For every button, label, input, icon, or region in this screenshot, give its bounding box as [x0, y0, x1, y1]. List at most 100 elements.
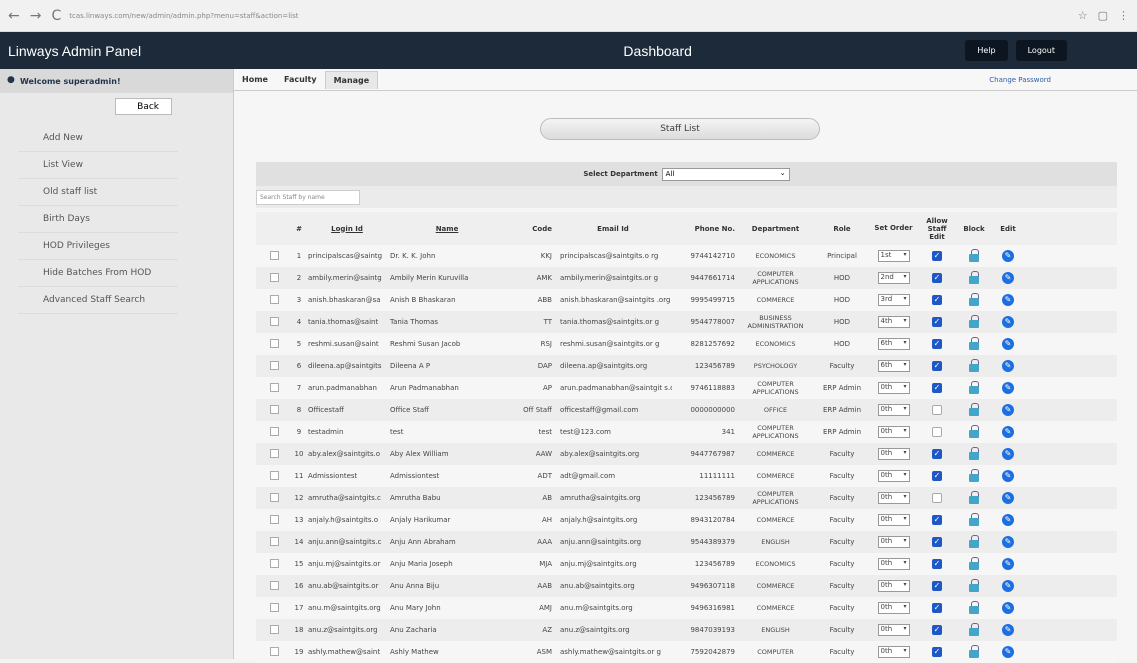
edit-icon[interactable]: ✎: [1002, 558, 1014, 570]
col-login-id[interactable]: Login Id: [306, 212, 388, 245]
allow-staff-edit-checkbox[interactable]: ✓: [932, 449, 942, 459]
edit-icon[interactable]: ✎: [1002, 514, 1014, 526]
allow-staff-edit-checkbox[interactable]: ✓: [932, 559, 942, 569]
allow-staff-edit-checkbox[interactable]: ✓: [932, 493, 942, 503]
set-order-select[interactable]: 1st ▾: [877, 250, 910, 262]
help-button[interactable]: Help: [965, 40, 1008, 61]
reload-icon[interactable]: C: [51, 8, 61, 24]
lock-icon[interactable]: [969, 512, 979, 526]
edit-icon[interactable]: ✎: [1002, 316, 1014, 328]
row-checkbox[interactable]: [269, 338, 279, 348]
row-checkbox[interactable]: [269, 272, 279, 282]
forward-arrow-icon[interactable]: →: [30, 8, 42, 24]
allow-staff-edit-checkbox[interactable]: ✓: [932, 339, 942, 349]
allow-staff-edit-checkbox[interactable]: ✓: [932, 361, 942, 371]
set-order-select[interactable]: 0th ▾: [877, 492, 910, 504]
set-order-select[interactable]: 0th ▾: [877, 558, 910, 570]
row-checkbox[interactable]: [269, 448, 279, 458]
edit-icon[interactable]: ✎: [1002, 624, 1014, 636]
lock-icon[interactable]: [969, 490, 979, 504]
set-order-select[interactable]: 0th ▾: [877, 426, 910, 438]
menu-icon[interactable]: ⋮: [1118, 9, 1129, 22]
set-order-select[interactable]: 6th ▾: [877, 338, 910, 350]
allow-staff-edit-checkbox[interactable]: ✓: [932, 405, 942, 415]
set-order-select[interactable]: 0th ▾: [877, 382, 910, 394]
allow-staff-edit-checkbox[interactable]: ✓: [932, 625, 942, 635]
sidebar-item-advanced-search[interactable]: Advanced Staff Search: [18, 287, 178, 314]
set-order-select[interactable]: 0th ▾: [877, 514, 910, 526]
edit-icon[interactable]: ✎: [1002, 382, 1014, 394]
lock-icon[interactable]: [969, 358, 979, 372]
allow-staff-edit-checkbox[interactable]: ✓: [932, 537, 942, 547]
sidebar-item-hod-privileges[interactable]: HOD Privileges: [18, 233, 178, 260]
set-order-select[interactable]: 0th ▾: [877, 404, 910, 416]
sidebar-item-birth-days[interactable]: Birth Days: [18, 206, 178, 233]
search-input[interactable]: Search Staff by name: [256, 190, 360, 205]
department-select[interactable]: All ⌄: [661, 167, 790, 181]
edit-icon[interactable]: ✎: [1002, 646, 1014, 658]
allow-staff-edit-checkbox[interactable]: ✓: [932, 603, 942, 613]
row-checkbox[interactable]: [269, 426, 279, 436]
row-checkbox[interactable]: [269, 316, 279, 326]
edit-icon[interactable]: ✎: [1002, 580, 1014, 592]
extensions-icon[interactable]: ▢: [1098, 9, 1108, 22]
row-checkbox[interactable]: [269, 470, 279, 480]
set-order-select[interactable]: 0th ▾: [877, 536, 910, 548]
address-bar[interactable]: tcas.linways.com/new/admin/admin.php?men…: [69, 12, 1077, 20]
lock-icon[interactable]: [969, 446, 979, 460]
tab-manage[interactable]: Manage: [324, 70, 379, 89]
edit-icon[interactable]: ✎: [1002, 492, 1014, 504]
set-order-select[interactable]: 0th ▾: [877, 470, 910, 482]
allow-staff-edit-checkbox[interactable]: ✓: [932, 317, 942, 327]
row-checkbox[interactable]: [269, 558, 279, 568]
row-checkbox[interactable]: [269, 580, 279, 590]
lock-icon[interactable]: [969, 336, 979, 350]
tab-faculty[interactable]: Faculty: [276, 71, 325, 88]
set-order-select[interactable]: 6th ▾: [877, 360, 910, 372]
lock-icon[interactable]: [969, 248, 979, 262]
allow-staff-edit-checkbox[interactable]: ✓: [932, 647, 942, 657]
row-checkbox[interactable]: [269, 492, 279, 502]
allow-staff-edit-checkbox[interactable]: ✓: [932, 295, 942, 305]
set-order-select[interactable]: 0th ▾: [877, 646, 910, 658]
row-checkbox[interactable]: [269, 294, 279, 304]
lock-icon[interactable]: [969, 292, 979, 306]
edit-icon[interactable]: ✎: [1002, 602, 1014, 614]
allow-staff-edit-checkbox[interactable]: ✓: [932, 251, 942, 261]
allow-staff-edit-checkbox[interactable]: ✓: [932, 383, 942, 393]
lock-icon[interactable]: [969, 424, 979, 438]
set-order-select[interactable]: 3rd ▾: [877, 294, 910, 306]
star-icon[interactable]: ☆: [1078, 9, 1088, 22]
edit-icon[interactable]: ✎: [1002, 470, 1014, 482]
change-password-link[interactable]: Change Password: [989, 76, 1137, 84]
edit-icon[interactable]: ✎: [1002, 404, 1014, 416]
edit-icon[interactable]: ✎: [1002, 536, 1014, 548]
row-checkbox[interactable]: [269, 404, 279, 414]
row-checkbox[interactable]: [269, 514, 279, 524]
edit-icon[interactable]: ✎: [1002, 250, 1014, 262]
row-checkbox[interactable]: [269, 536, 279, 546]
row-checkbox[interactable]: [269, 646, 279, 656]
allow-staff-edit-checkbox[interactable]: ✓: [932, 427, 942, 437]
tab-home[interactable]: Home: [234, 71, 276, 88]
lock-icon[interactable]: [969, 314, 979, 328]
sidebar-item-list-view[interactable]: List View: [18, 152, 178, 179]
set-order-select[interactable]: 0th ▾: [877, 580, 910, 592]
lock-icon[interactable]: [969, 556, 979, 570]
col-name[interactable]: Name: [388, 212, 506, 245]
sidebar-item-add-new[interactable]: Add New: [18, 125, 178, 152]
edit-icon[interactable]: ✎: [1002, 426, 1014, 438]
lock-icon[interactable]: [969, 622, 979, 636]
lock-icon[interactable]: [969, 270, 979, 284]
edit-icon[interactable]: ✎: [1002, 294, 1014, 306]
row-checkbox[interactable]: [269, 602, 279, 612]
row-checkbox[interactable]: [269, 250, 279, 260]
logout-button[interactable]: Logout: [1015, 40, 1067, 61]
lock-icon[interactable]: [969, 644, 979, 658]
set-order-select[interactable]: 4th ▾: [877, 316, 910, 328]
lock-icon[interactable]: [969, 600, 979, 614]
edit-icon[interactable]: ✎: [1002, 338, 1014, 350]
allow-staff-edit-checkbox[interactable]: ✓: [932, 515, 942, 525]
row-checkbox[interactable]: [269, 624, 279, 634]
lock-icon[interactable]: [969, 534, 979, 548]
